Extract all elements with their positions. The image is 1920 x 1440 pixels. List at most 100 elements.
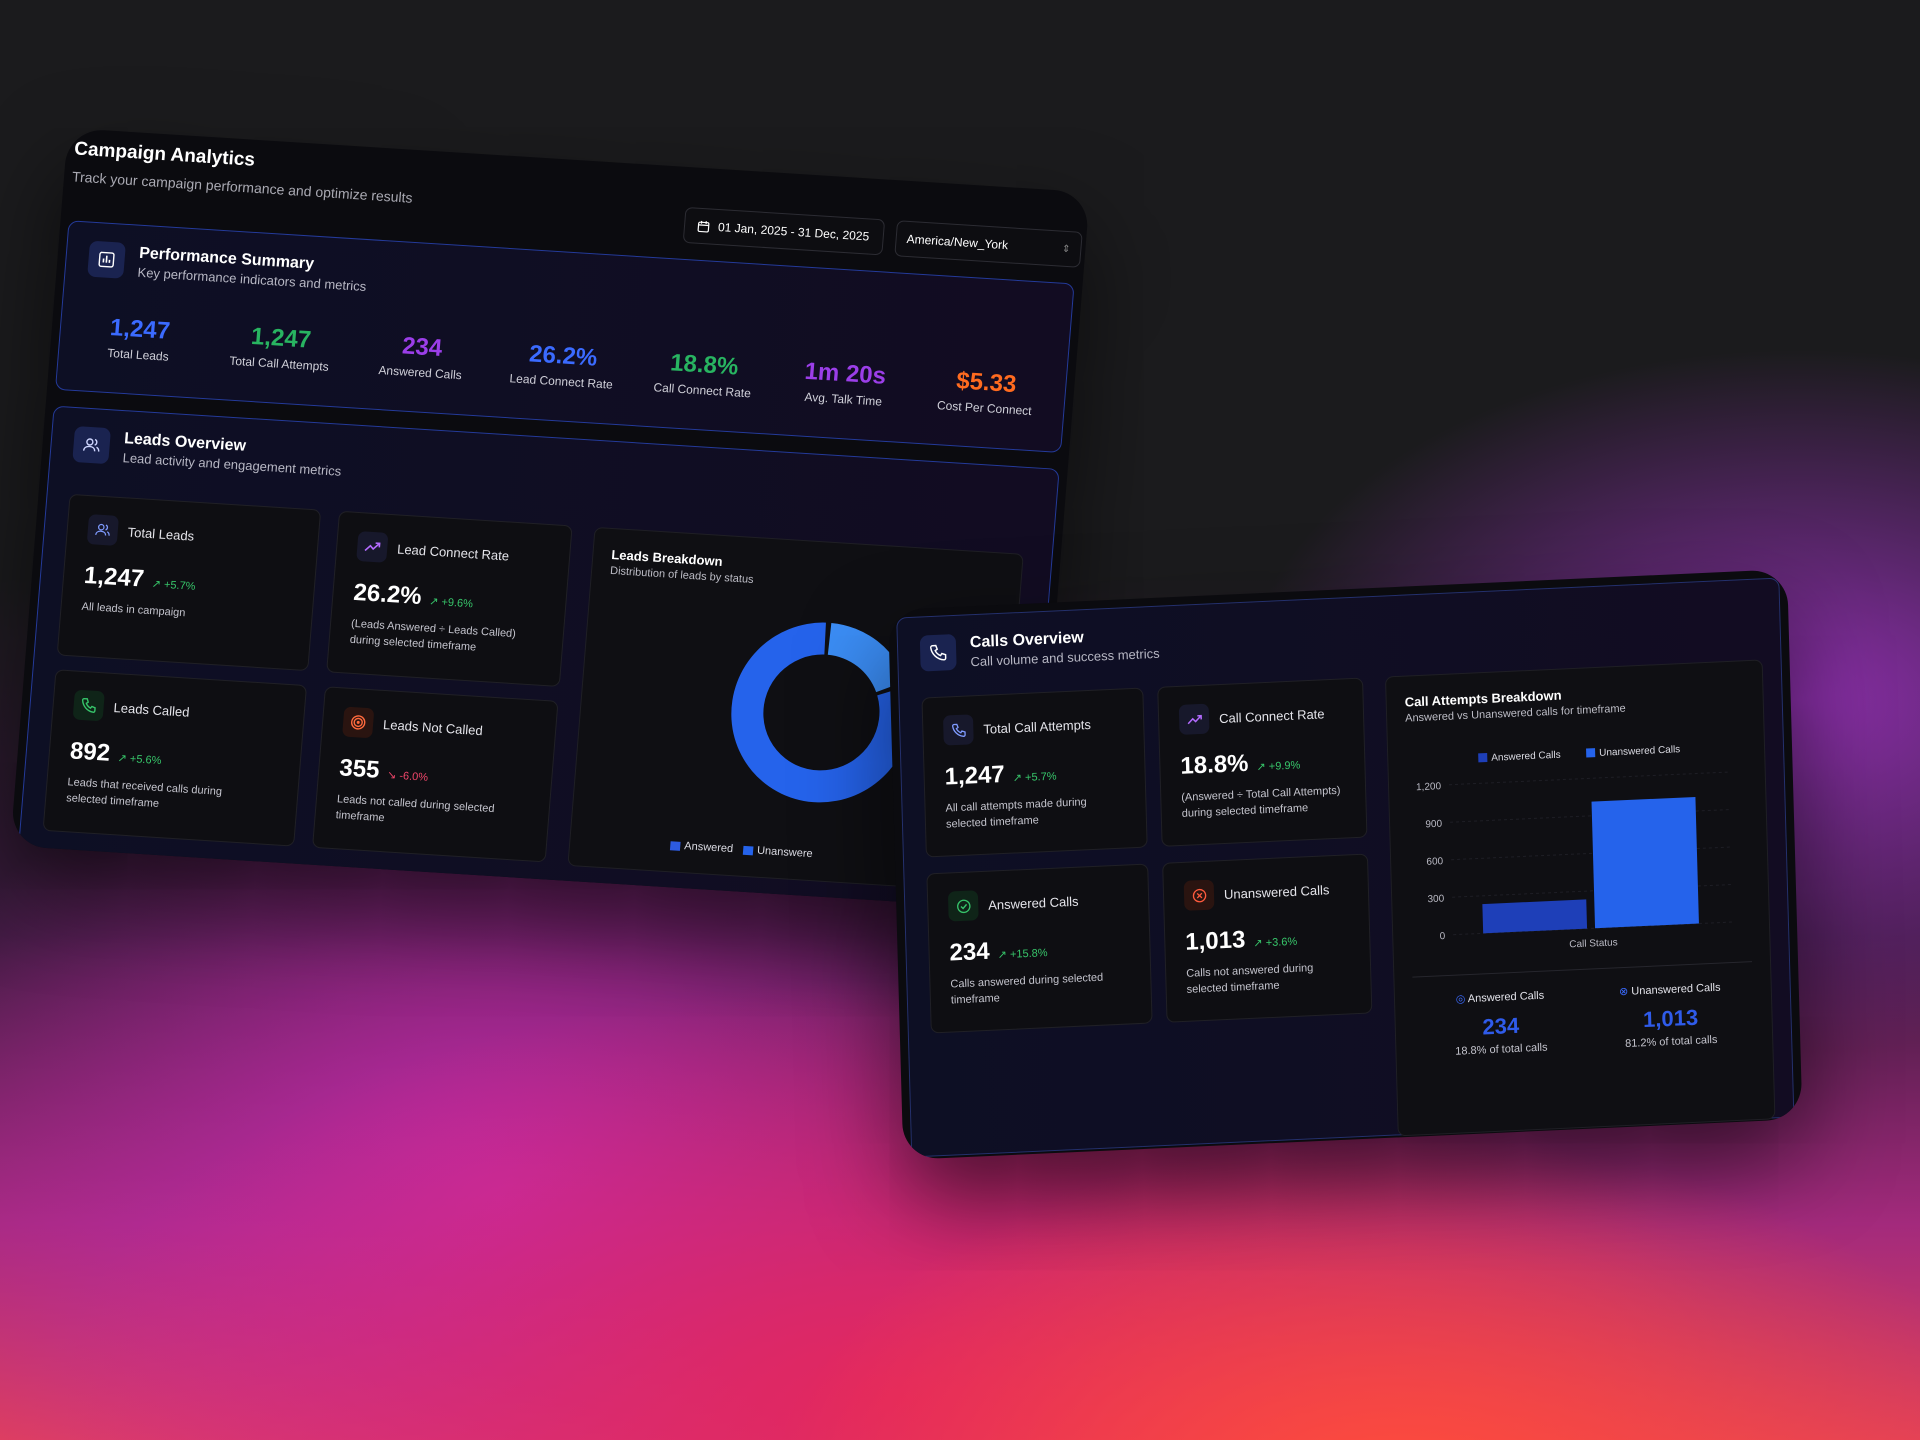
- legend-swatch: [742, 845, 754, 855]
- call-connect-rate-card: Call Connect Rate 18.8% ↗ +9.9% (Answered…: [1157, 677, 1368, 847]
- page-title: Campaign Analytics: [73, 138, 256, 171]
- answered-calls-card: Answered Calls 234 ↗ +15.8% Calls answere…: [926, 863, 1153, 1034]
- card-value: 18.8%: [1180, 749, 1249, 780]
- date-range-label: 01 Jan, 2025 - 31 Dec, 2025: [717, 220, 870, 244]
- y-tick-label: 600: [1426, 856, 1443, 868]
- trend-up-icon: [356, 531, 389, 563]
- total-leads-card: Total Leads 1,247 ↗ +5.7% All leads in ca…: [56, 493, 322, 672]
- delta-badge: ↗ +9.9%: [1256, 759, 1301, 774]
- card-value: 1,247: [944, 760, 1006, 791]
- delta-value: +3.6%: [1265, 935, 1298, 950]
- calls-overview-panel: Calls Overview Call volume and success m…: [896, 577, 1795, 1158]
- delta-badge: ↗ +5.7%: [1012, 770, 1057, 785]
- card-description: Leads that received calls during selecte…: [65, 776, 223, 810]
- delta-badge: ↗ +3.6%: [1253, 935, 1298, 950]
- delta-value: -6.0%: [398, 770, 429, 784]
- kpi-item: 1,247 Total Leads: [73, 312, 206, 366]
- delta-badge: ↘ -6.0%: [386, 769, 429, 784]
- summary-label: Unanswered Calls: [1631, 981, 1721, 998]
- summary-label-row: ⊗ Unanswered Calls: [1595, 980, 1745, 1000]
- delta-badge: ↗ +5.6%: [117, 752, 162, 768]
- x-circle-icon: [1183, 879, 1215, 911]
- card-description: (Leads Answered ÷ Leads Called) during s…: [349, 617, 517, 654]
- bar-unanswered-calls: [1591, 796, 1699, 929]
- page-subtitle: Track your campaign performance and opti…: [71, 168, 414, 206]
- legend-label: Unanswered Calls: [1599, 744, 1680, 759]
- bar-chart-icon: [87, 240, 126, 279]
- card-value: 355: [338, 754, 381, 784]
- kpi-label: Answered Calls: [377, 362, 463, 383]
- legend-swatch: [669, 840, 681, 851]
- legend-swatch: [1478, 752, 1488, 763]
- unanswered-calls-card: Unanswered Calls 1,013 ↗ +3.6% Calls not …: [1162, 853, 1373, 1023]
- lead-connect-rate-card: Lead Connect Rate 26.2% ↗ +9.6% (Leads An…: [326, 510, 573, 687]
- card-title: Leads Not Called: [382, 716, 484, 738]
- summary-value: 1,013: [1642, 1004, 1699, 1033]
- card-description: Calls answered during selected timeframe: [950, 971, 1104, 1007]
- trend-up-icon: [1178, 703, 1210, 735]
- legend-swatch: [1586, 748, 1596, 758]
- card-description: Calls not answered during selected timef…: [1186, 962, 1314, 996]
- check-circle-icon: ◎: [1455, 993, 1466, 1006]
- users-icon: [86, 514, 120, 546]
- y-tick-label: 900: [1425, 819, 1442, 831]
- unanswered-summary: ⊗ Unanswered Calls 1,013 81.2% of total …: [1595, 980, 1747, 1052]
- call-attempts-bar-chart: 0 300 600 900 1,200 Answered Calls Unanswered …: [1416, 744, 1733, 950]
- chevron-updown-icon: ⇕: [1061, 243, 1071, 255]
- kpi-label: Call Connect Rate: [653, 380, 752, 401]
- summary-label-row: ◎ Answered Calls: [1425, 987, 1575, 1007]
- card-value: 26.2%: [352, 578, 423, 611]
- kpi-row: 1,247 Total Leads 1,247 Total Call Attempts…: [73, 312, 1053, 419]
- delta-value: +5.7%: [163, 578, 196, 593]
- card-description: Leads not called during selected timefra…: [335, 793, 495, 825]
- card-value: 1,013: [1184, 926, 1246, 956]
- card-value: 892: [68, 737, 112, 767]
- summary-percent: 18.8% of total calls: [1455, 1041, 1548, 1058]
- kpi-item: 234 Answered Calls: [355, 330, 488, 384]
- call-attempts-breakdown-card: Call Attempts Breakdown Answered vs Unan…: [1384, 659, 1776, 1137]
- delta-badge: ↗ +15.8%: [997, 947, 1048, 962]
- summary-value: 234: [1482, 1012, 1520, 1040]
- card-value: 1,247: [83, 561, 146, 593]
- calls-overview-window: Calls Overview Call volume and success m…: [888, 569, 1803, 1160]
- y-tick-label: 0: [1440, 931, 1446, 942]
- kpi-label: Avg. Talk Time: [803, 389, 883, 409]
- leads-breakdown-subtitle: Distribution of leads by status: [609, 564, 755, 586]
- kpi-label: Lead Connect Rate: [509, 371, 614, 392]
- calendar-icon: [697, 220, 710, 233]
- card-title: Unanswered Calls: [1223, 881, 1330, 902]
- delta-value: +9.6%: [440, 596, 474, 611]
- card-title: Total Leads: [127, 524, 195, 544]
- check-circle-icon: [947, 890, 979, 922]
- delta-badge: ↗ +5.7%: [151, 578, 196, 593]
- card-description: All call attempts made during selected t…: [945, 796, 1087, 831]
- card-description: (Answered ÷ Total Call Attempts) during …: [1181, 784, 1341, 820]
- card-description: All leads in campaign: [81, 600, 186, 620]
- summary-percent: 81.2% of total calls: [1624, 1033, 1718, 1051]
- kpi-value: 18.8%: [669, 349, 740, 381]
- answered-summary: ◎ Answered Calls 234 18.8% of total call…: [1425, 987, 1577, 1059]
- card-value: 234: [949, 937, 990, 967]
- total-call-attempts-card: Total Call Attempts 1,247 ↗ +5.7% All cal…: [921, 687, 1148, 858]
- kpi-item: 1m 20s Avg. Talk Time: [778, 356, 911, 410]
- date-range-picker[interactable]: 01 Jan, 2025 - 31 Dec, 2025: [682, 206, 886, 256]
- delta-value: +15.8%: [1009, 947, 1048, 961]
- users-icon: [72, 426, 112, 465]
- delta-badge: ↗ +9.6%: [428, 595, 474, 611]
- kpi-value: 1,247: [109, 314, 172, 345]
- kpi-item: 26.2% Lead Connect Rate: [496, 339, 629, 393]
- timezone-select[interactable]: America/New_York ⇕: [894, 220, 1083, 268]
- x-axis-label: Call Status: [1569, 937, 1618, 950]
- leads-called-card: Leads Called 892 ↗ +5.6% Leads that recei…: [42, 669, 308, 847]
- card-title: Leads Called: [113, 699, 191, 720]
- card-title: Call Connect Rate: [1218, 705, 1325, 726]
- delta-value: +9.9%: [1268, 759, 1301, 773]
- target-icon: [342, 706, 375, 739]
- kpi-value: $5.33: [955, 367, 1018, 399]
- leads-not-called-card: Leads Not Called 355 ↘ -6.0% Leads not ca…: [312, 686, 559, 863]
- delta-value: +5.6%: [129, 753, 162, 768]
- bar-answered-calls: [1482, 899, 1588, 934]
- y-tick-label: 1,200: [1416, 781, 1442, 793]
- kpi-item: $5.33 Cost Per Connect: [919, 365, 1052, 419]
- summary-label: Answered Calls: [1467, 989, 1545, 1006]
